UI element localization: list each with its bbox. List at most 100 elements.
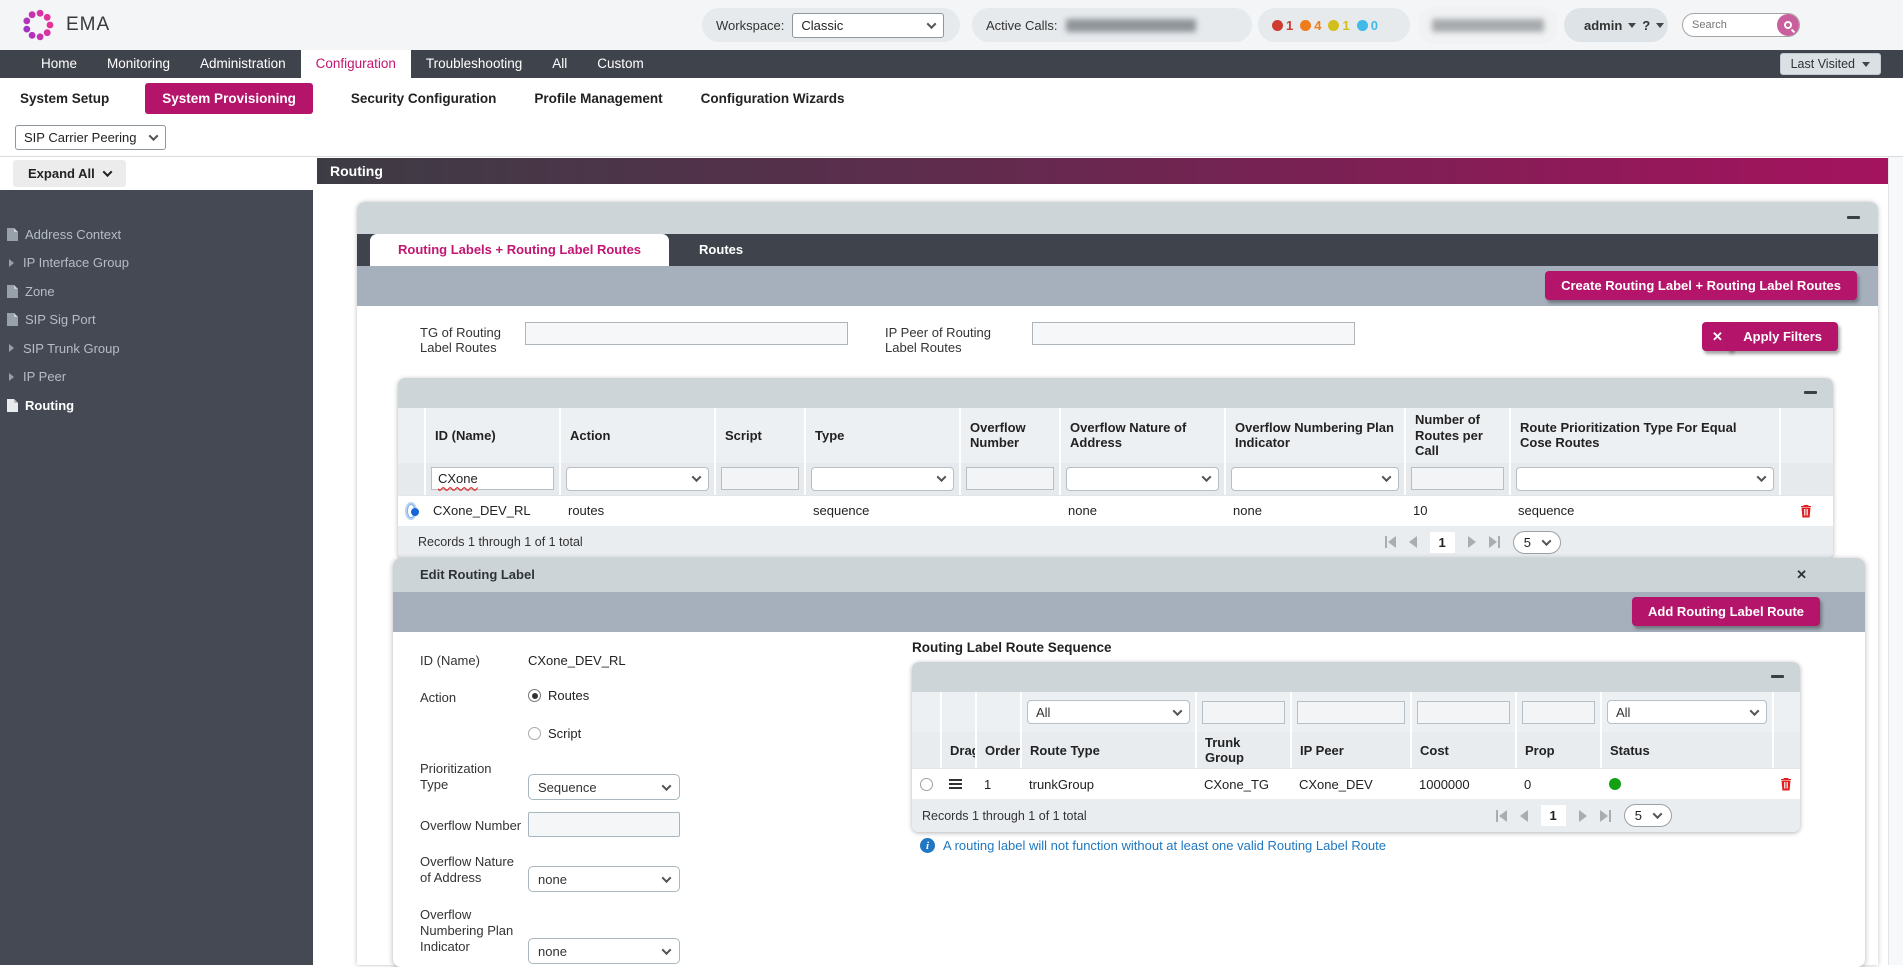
workspace-select[interactable]: Classic — [792, 13, 944, 38]
overflow-number-input[interactable] — [528, 812, 680, 837]
subnav-configuration-wizards[interactable]: Configuration Wizards — [701, 91, 845, 106]
create-routing-label-button[interactable]: Create Routing Label + Routing Label Rou… — [1545, 271, 1857, 300]
last-visited-dropdown[interactable]: Last Visited — [1780, 53, 1881, 75]
last-page-button[interactable] — [1600, 810, 1611, 822]
nav-item-home[interactable]: Home — [26, 50, 92, 78]
document-icon — [7, 313, 18, 326]
prioritization-filter-select[interactable] — [1516, 467, 1774, 491]
trunk-group-filter-input[interactable] — [1202, 701, 1285, 724]
chevron-down-icon — [1542, 536, 1552, 546]
cell-type: sequence — [804, 496, 959, 526]
ip-peer-filter-input[interactable] — [1032, 322, 1355, 345]
last-page-button[interactable] — [1489, 536, 1500, 548]
radio-selected-icon — [528, 689, 541, 702]
next-page-button[interactable] — [1579, 810, 1587, 822]
overflow-npi-select[interactable]: none — [528, 938, 680, 964]
sidebar-item-sip-trunk-group[interactable]: SIP Trunk Group — [0, 334, 313, 363]
chevron-down-icon — [102, 167, 112, 177]
minimize-icon[interactable] — [1804, 391, 1817, 394]
user-pill: admin ? — [1564, 8, 1668, 42]
chevron-down-icon[interactable] — [1656, 23, 1664, 28]
type-filter-select[interactable] — [811, 467, 954, 491]
apply-filters-button[interactable]: Apply Filters — [1727, 322, 1838, 351]
nav-item-all[interactable]: All — [537, 50, 582, 78]
prop-filter-input[interactable] — [1522, 701, 1595, 724]
nav-item-configuration[interactable]: Configuration — [301, 50, 411, 78]
panel-header — [357, 202, 1878, 234]
subnav-system-provisioning[interactable]: System Provisioning — [145, 83, 313, 114]
prioritization-type-select[interactable]: Sequence — [528, 774, 680, 800]
id-name-label: ID (Name) — [420, 653, 522, 669]
sidebar-item-address-context[interactable]: Address Context — [0, 220, 313, 249]
critical-dot-icon — [1272, 20, 1283, 31]
subnav-profile-management[interactable]: Profile Management — [534, 91, 662, 106]
overflow-npi-label: Overflow Numbering Plan Indicator — [420, 907, 522, 955]
filter-area: TG of Routing Label Routes IP Peer of Ro… — [357, 306, 1878, 378]
sidebar-item-zone[interactable]: Zone — [0, 277, 313, 306]
tab-routes[interactable]: Routes — [669, 234, 773, 266]
col-ip-peer: IP Peer — [1290, 732, 1410, 768]
context-select[interactable]: SIP Carrier Peering — [15, 125, 166, 150]
pagination: 1 5 — [1496, 804, 1672, 827]
action-filter-select[interactable] — [566, 467, 709, 491]
prev-page-button[interactable] — [1520, 810, 1528, 822]
subnav-security-configuration[interactable]: Security Configuration — [351, 91, 497, 106]
routes-per-call-filter-input[interactable] — [1411, 467, 1504, 490]
status-filter-select[interactable]: All — [1607, 700, 1767, 724]
chevron-down-icon[interactable] — [1628, 23, 1636, 28]
delete-icon[interactable] — [1780, 777, 1792, 791]
id-filter-input[interactable]: CXone — [431, 467, 554, 490]
sidebar-item-ip-peer[interactable]: IP Peer — [0, 363, 313, 392]
nav-item-custom[interactable]: Custom — [582, 50, 659, 78]
ip-peer-filter-input[interactable] — [1297, 701, 1405, 724]
action-script-radio[interactable]: Script — [528, 726, 581, 741]
search-button[interactable] — [1777, 14, 1799, 36]
overflow-noa-filter-select[interactable] — [1066, 467, 1219, 491]
user-menu[interactable]: admin — [1584, 18, 1622, 33]
row-radio[interactable] — [920, 778, 933, 791]
vertical-scrollbar[interactable] — [1888, 157, 1903, 965]
first-page-button[interactable] — [1496, 810, 1507, 822]
chevron-down-icon — [1750, 706, 1760, 716]
overflow-noa-select[interactable]: none — [528, 866, 680, 892]
subnav-system-setup[interactable]: System Setup — [20, 91, 109, 106]
sidebar-item-routing[interactable]: Routing — [0, 391, 313, 420]
nav-item-troubleshooting[interactable]: Troubleshooting — [411, 50, 537, 78]
minimize-icon[interactable] — [1847, 216, 1860, 219]
col-overflow-npi: Overflow Numbering Plan Indicator — [1224, 408, 1404, 463]
action-routes-radio[interactable]: Routes — [528, 688, 589, 703]
first-page-button[interactable] — [1385, 536, 1396, 548]
nav-item-monitoring[interactable]: Monitoring — [92, 50, 185, 78]
expand-all-button[interactable]: Expand All — [13, 160, 126, 187]
expand-caret-icon — [9, 373, 14, 381]
chevron-down-icon — [1653, 809, 1663, 819]
pagination: 1 5 — [1385, 531, 1561, 554]
script-filter-input[interactable] — [721, 467, 799, 490]
help-menu[interactable]: ? — [1642, 18, 1650, 33]
add-routing-label-route-button[interactable]: Add Routing Label Route — [1632, 597, 1820, 626]
chevron-down-icon — [662, 781, 672, 791]
minimize-icon[interactable] — [1771, 675, 1784, 678]
overflow-number-filter-input[interactable] — [966, 467, 1054, 490]
tab-routing-labels[interactable]: Routing Labels + Routing Label Routes — [370, 234, 669, 266]
route-type-filter-select[interactable]: All — [1027, 700, 1190, 724]
table-column-headers: ID (Name) Action Script Type Overflow Nu… — [398, 408, 1833, 463]
row-radio-selected[interactable] — [407, 504, 415, 518]
page-size-select[interactable]: 5 — [1624, 804, 1672, 827]
prev-page-button[interactable] — [1409, 536, 1417, 548]
next-page-button[interactable] — [1468, 536, 1476, 548]
route-requirement-link[interactable]: A routing label will not function withou… — [943, 838, 1386, 853]
page-size-select[interactable]: 5 — [1513, 531, 1561, 554]
sidebar-item-sip-sig-port[interactable]: SIP Sig Port — [0, 306, 313, 335]
close-icon[interactable] — [1796, 558, 1807, 592]
cost-filter-input[interactable] — [1417, 701, 1510, 724]
tg-filter-input[interactable] — [525, 322, 848, 345]
tg-filter-label: TG of Routing Label Routes — [420, 325, 532, 356]
action-label: Action — [420, 690, 522, 706]
sidebar-item-ip-interface-group[interactable]: IP Interface Group — [0, 249, 313, 278]
overflow-npi-filter-select[interactable] — [1231, 467, 1399, 491]
drag-handle-icon[interactable] — [949, 779, 962, 789]
nav-item-administration[interactable]: Administration — [185, 50, 301, 78]
delete-icon[interactable] — [1800, 504, 1812, 518]
context-row: SIP Carrier Peering — [0, 118, 1903, 157]
